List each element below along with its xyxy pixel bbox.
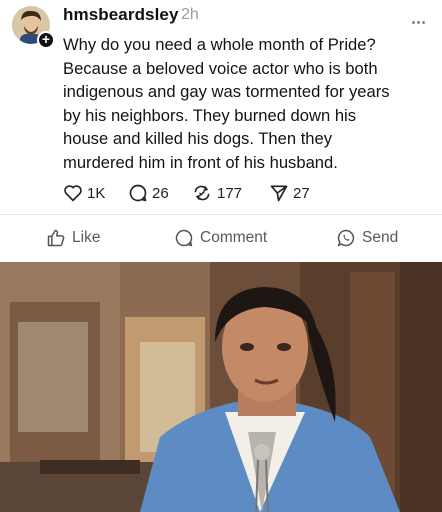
like-count: 1K xyxy=(87,184,106,202)
post-line: Why do you need a whole month of Pride? xyxy=(63,35,376,54)
post-body: Why do you need a whole month of Pride? … xyxy=(63,33,435,174)
speech-bubble-icon xyxy=(129,184,147,202)
avatar-container[interactable]: + xyxy=(12,6,55,49)
post-line: house and killed his dogs. Then they xyxy=(63,129,333,148)
engagement-stats: 1K 26 177 27 xyxy=(63,182,363,204)
share-count: 27 xyxy=(293,184,310,202)
comment-button[interactable]: Comment xyxy=(174,227,267,249)
post-line: Because a beloved voice actor who is bot… xyxy=(63,58,378,78)
speech-bubble-icon xyxy=(175,229,193,247)
paper-plane-icon xyxy=(270,185,288,202)
post-card: + hmsbeardsley 2h Why do you need a whol… xyxy=(0,0,442,256)
repost-count: 177 xyxy=(217,184,243,202)
post-line: indigenous and gay was tormented for yea… xyxy=(63,82,390,101)
post-line: murdered him in front of his husband. xyxy=(63,152,338,172)
like-label: Like xyxy=(72,229,101,246)
send-label: Send xyxy=(362,229,399,246)
repost-icon xyxy=(194,185,210,201)
like-stat[interactable]: 1K xyxy=(63,182,105,204)
comment-count: 26 xyxy=(152,184,169,202)
more-options-icon[interactable] xyxy=(412,11,428,24)
post-timestamp: 2h xyxy=(181,6,199,23)
comment-stat[interactable]: 26 xyxy=(128,182,169,204)
post-line: by his neighbors. They burned down his xyxy=(63,105,357,125)
comment-label: Comment xyxy=(200,229,268,246)
username[interactable]: hmsbeardsley xyxy=(63,5,179,25)
repost-stat[interactable]: 177 xyxy=(191,182,242,204)
follow-plus-icon[interactable]: + xyxy=(37,31,55,49)
heart-icon xyxy=(64,185,82,202)
like-button[interactable]: Like xyxy=(46,227,100,249)
action-bar: Like Comment Send xyxy=(0,214,442,256)
post-photo xyxy=(0,262,442,512)
whatsapp-icon xyxy=(337,229,355,247)
share-stat[interactable]: 27 xyxy=(269,182,310,204)
send-button[interactable]: Send xyxy=(336,227,398,249)
post-image[interactable] xyxy=(0,262,442,512)
thumbs-up-icon xyxy=(47,229,65,247)
